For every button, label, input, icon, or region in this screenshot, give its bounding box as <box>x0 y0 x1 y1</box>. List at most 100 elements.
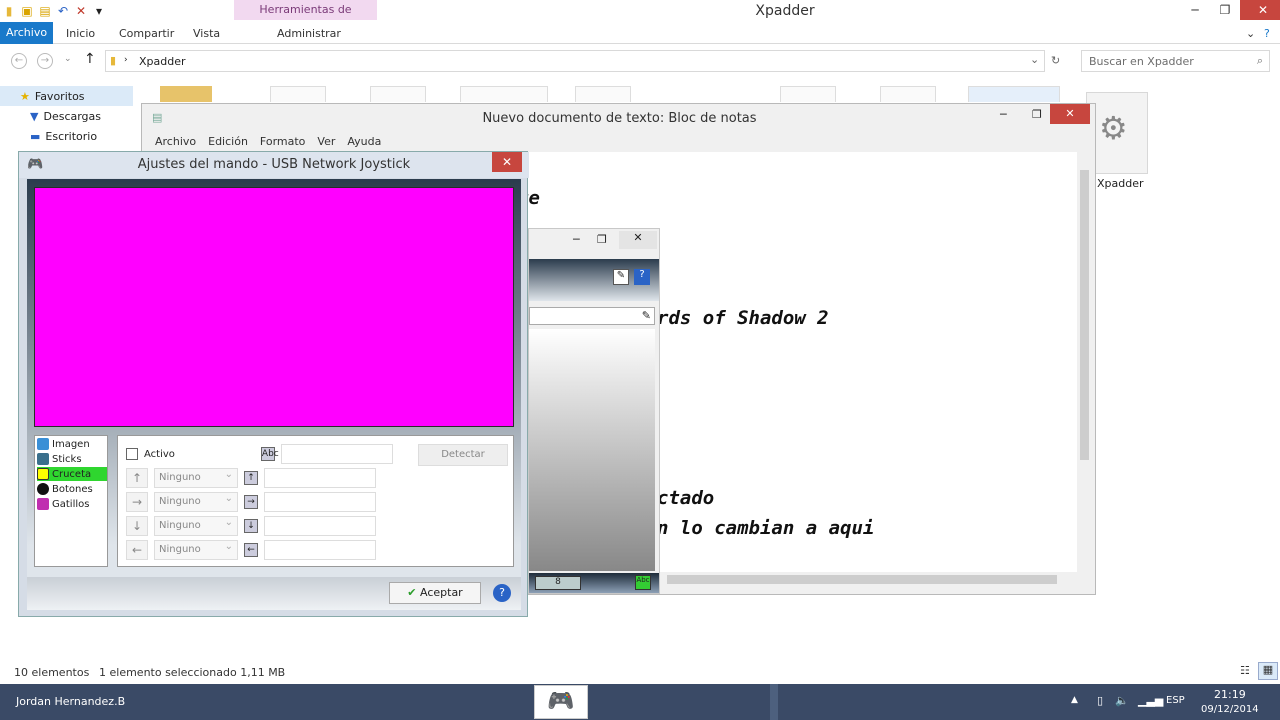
direction-dropdown[interactable]: Ninguno <box>154 538 238 560</box>
list-item-gatillos[interactable]: Gatillos <box>37 497 107 511</box>
vertical-scrollbar[interactable] <box>1077 152 1092 572</box>
key-field[interactable] <box>264 516 376 536</box>
list-item-imagen[interactable]: Imagen <box>37 437 107 451</box>
clock-date[interactable]: 09/12/2014 <box>1201 704 1259 715</box>
close-button[interactable]: ✕ <box>492 152 522 172</box>
delete-icon[interactable]: ✕ <box>74 4 88 18</box>
menu-archivo[interactable]: Archivo <box>155 132 196 152</box>
show-desktop-divider[interactable] <box>770 684 778 720</box>
tab-archivo[interactable]: Archivo <box>0 22 53 44</box>
nav-descargas[interactable]: ▼ Descargas <box>30 108 101 126</box>
file-item-icon[interactable] <box>968 86 1060 102</box>
new-folder-icon[interactable]: ▤ <box>38 4 52 18</box>
nav-favoritos[interactable]: ★ Favoritos <box>20 88 85 106</box>
file-item-icon[interactable] <box>780 86 836 102</box>
tab-vista[interactable]: Vista <box>193 25 220 43</box>
help-icon[interactable]: ? <box>493 584 511 602</box>
profile-dropdown[interactable]: ✎ <box>529 307 655 325</box>
status-selection: 1 elemento seleccionado 1,11 MB <box>99 666 286 679</box>
customize-chevron-icon[interactable]: ▾ <box>92 4 106 18</box>
dialog-body: Imagen Sticks Cruceta Botones Gatillos A… <box>27 179 521 610</box>
up-button[interactable]: ↑ <box>84 51 96 67</box>
menu-edicion[interactable]: Edición <box>208 132 248 152</box>
address-dropdown-icon[interactable]: ⌄ <box>1030 53 1039 66</box>
counter[interactable]: 8 <box>535 576 581 590</box>
direction-dropdown[interactable]: Ninguno <box>154 466 238 488</box>
arrow-up-key-icon[interactable]: ↑ <box>244 471 258 485</box>
language-indicator[interactable]: ESP <box>1166 695 1185 706</box>
scroll-thumb[interactable] <box>667 575 1057 584</box>
signal-icon[interactable]: ▁▃▅ <box>1138 694 1163 707</box>
maximize-button[interactable]: ❐ <box>597 233 607 246</box>
help-icon[interactable]: ? <box>634 269 650 285</box>
properties-icon[interactable]: ▣ <box>20 4 34 18</box>
list-item-cruceta[interactable]: Cruceta <box>37 467 107 481</box>
key-field[interactable] <box>264 468 376 488</box>
xpadder-taskbar-button[interactable]: 🎮 <box>534 685 588 719</box>
accept-button[interactable]: ✔ Aceptar <box>389 582 481 604</box>
detect-button[interactable]: Detectar <box>418 444 508 466</box>
activo-checkbox[interactable] <box>126 448 138 460</box>
maximize-button[interactable]: ❐ <box>1210 0 1240 20</box>
folder-item-icon[interactable] <box>160 86 212 102</box>
file-item-icon[interactable] <box>370 86 426 102</box>
scroll-thumb[interactable] <box>1080 170 1089 460</box>
close-button[interactable]: ✕ <box>619 231 657 249</box>
nav-label: Escritorio <box>45 130 98 143</box>
breadcrumb[interactable]: Xpadder <box>139 55 186 68</box>
controller-image-canvas[interactable] <box>34 187 514 427</box>
list-item-botones[interactable]: Botones <box>37 482 107 496</box>
breadcrumb-chevron-icon[interactable]: › <box>124 55 128 65</box>
minimize-button[interactable]: ─ <box>573 233 580 246</box>
close-button[interactable]: ✕ <box>1240 0 1280 20</box>
search-input[interactable]: Buscar en Xpadder ⌕ <box>1081 50 1270 72</box>
volume-icon[interactable]: 🔈 <box>1115 694 1129 707</box>
help-icon[interactable]: ? <box>1264 25 1270 43</box>
undo-icon[interactable]: ↶ <box>56 4 70 18</box>
arrow-down-key-icon[interactable]: ↓ <box>244 519 258 533</box>
file-item-icon[interactable] <box>270 86 326 102</box>
ribbon-expand-icon[interactable]: ⌄ <box>1246 25 1255 43</box>
menu-ver[interactable]: Ver <box>317 132 335 152</box>
tab-administrar[interactable]: Administrar <box>277 25 341 43</box>
file-label[interactable]: Xpadder <box>1097 177 1144 190</box>
minimize-button[interactable]: ─ <box>1000 108 1007 121</box>
history-chevron-icon[interactable]: ⌄ <box>64 54 72 64</box>
tab-inicio[interactable]: Inicio <box>66 25 95 43</box>
direction-dropdown[interactable]: Ninguno <box>154 490 238 512</box>
back-button[interactable]: ← <box>11 53 27 69</box>
address-bar[interactable]: ▮ › Xpadder ⌄ ↻ <box>105 50 1060 72</box>
file-item-icon[interactable] <box>880 86 936 102</box>
large-icons-view-icon[interactable]: ▦ <box>1258 662 1278 680</box>
direction-dropdown[interactable]: Ninguno <box>154 514 238 536</box>
maximize-button[interactable]: ❐ <box>1032 108 1042 121</box>
battery-icon[interactable]: ▯ <box>1097 694 1103 707</box>
refresh-icon[interactable]: ↻ <box>1051 54 1060 67</box>
forward-button[interactable]: → <box>37 53 53 69</box>
menu-ayuda[interactable]: Ayuda <box>347 132 381 152</box>
list-item-sticks[interactable]: Sticks <box>37 452 107 466</box>
star-icon: ★ <box>20 90 30 103</box>
tray-expand-icon[interactable]: ▲ <box>1071 695 1078 705</box>
arrow-left-key-icon[interactable]: ← <box>244 543 258 557</box>
menu-formato[interactable]: Formato <box>260 132 306 152</box>
folder-icon[interactable]: ▮ <box>2 4 16 18</box>
abc-key-icon[interactable]: Abc <box>260 447 279 461</box>
minimize-button[interactable]: ─ <box>1180 0 1210 20</box>
arrow-right-key-icon[interactable]: → <box>244 495 258 509</box>
key-field[interactable] <box>264 492 376 512</box>
file-item-icon[interactable] <box>575 86 631 102</box>
wrench-icon[interactable]: ✎ <box>642 309 651 322</box>
nav-escritorio[interactable]: ▬ Escritorio <box>30 128 97 146</box>
abc-key-icon[interactable]: Abc <box>635 575 651 590</box>
direction-row-down: ↓ Ninguno ↓ <box>126 514 376 536</box>
details-view-icon[interactable]: ☷ <box>1240 664 1250 677</box>
close-button[interactable]: ✕ <box>1050 104 1090 124</box>
tab-compartir[interactable]: Compartir <box>119 25 174 43</box>
clock-time[interactable]: 21:19 <box>1214 688 1246 701</box>
settings-wrench-icon[interactable]: ✎ <box>613 269 629 285</box>
search-icon[interactable]: ⌕ <box>1257 54 1263 68</box>
key-field[interactable] <box>280 444 393 464</box>
file-item-icon[interactable] <box>460 86 548 102</box>
key-field[interactable] <box>264 540 376 560</box>
